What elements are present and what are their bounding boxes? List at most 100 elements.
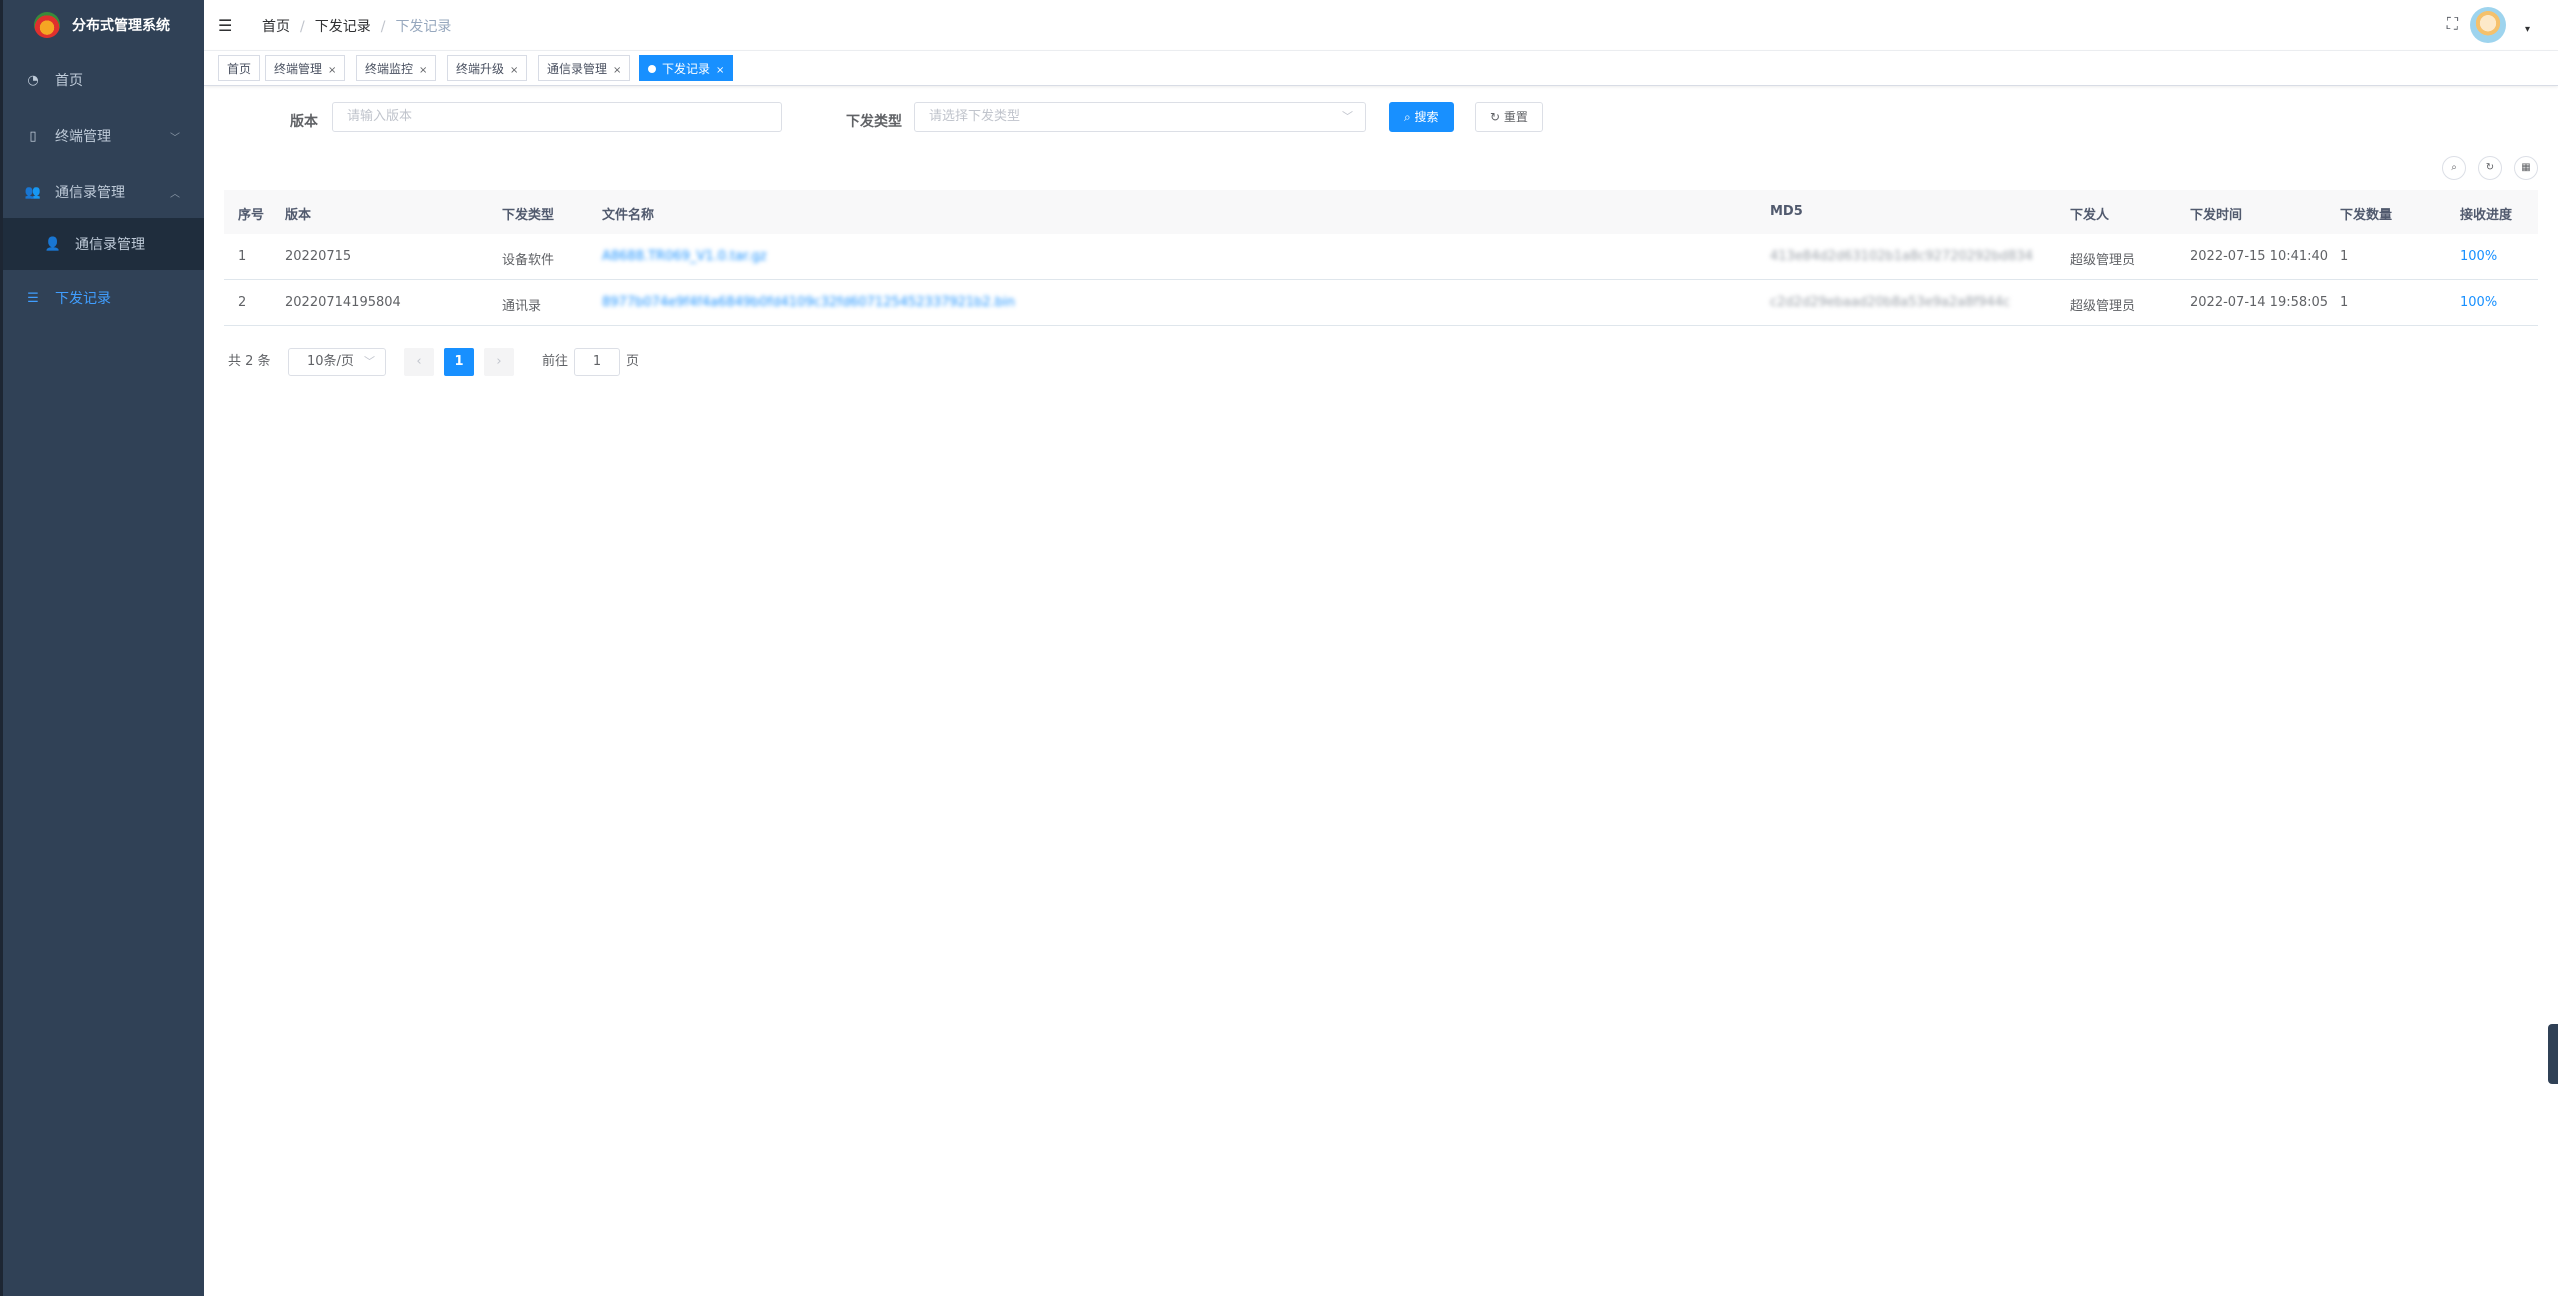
tag-label: 通信录管理: [547, 62, 608, 76]
tag-home[interactable]: 首页: [218, 55, 261, 81]
sidebar-item-label: 通信录管理: [55, 185, 125, 201]
cell-count: 1: [2340, 295, 2349, 310]
columns-icon[interactable]: ▦: [2514, 156, 2538, 180]
goto-suffix: 页: [626, 354, 640, 369]
sidebar-item-home[interactable]: ◔ 首页: [3, 52, 204, 108]
page-number-current[interactable]: 1: [444, 348, 474, 376]
version-input[interactable]: 请输入版本: [332, 102, 782, 132]
sidebar-item-label: 下发记录: [55, 291, 111, 307]
close-icon[interactable]: ×: [510, 65, 518, 76]
cell-version: 20220714195804: [285, 295, 401, 310]
col-file: 文件名称: [602, 208, 655, 223]
tag-label: 首页: [227, 62, 252, 76]
dashboard-icon: ◔: [27, 72, 39, 88]
col-count: 下发数量: [2340, 208, 2393, 223]
sidebar-item-label: 通信录管理: [75, 237, 145, 253]
sidebar-subitem-contacts[interactable]: 👤 通信录管理: [3, 218, 204, 270]
tag-terminal-upgrade[interactable]: 终端升级 ×: [447, 55, 528, 81]
cell-version: 20220715: [285, 249, 352, 264]
type-select[interactable]: 请选择下发类型 ﹀: [914, 102, 1366, 132]
table-row: 2 20220714195804 通讯录 8977b074e9f4f4a6849…: [224, 280, 2538, 326]
cell-type: 设备软件: [502, 253, 555, 268]
chevron-down-icon: ﹀: [364, 355, 375, 368]
cell-md5: c2d2d29ebaad20b8a53e9a2a8f944c: [1770, 295, 2011, 310]
cell-type: 通讯录: [502, 299, 542, 314]
breadcrumb-section[interactable]: 下发记录: [315, 19, 371, 35]
breadcrumb-separator: /: [300, 19, 305, 35]
sidebar-item-terminal[interactable]: ▯ 终端管理 ﹀: [3, 108, 204, 164]
sidebar-logo[interactable]: 分布式管理系统: [0, 0, 204, 50]
page-size-select[interactable]: 10条/页 ﹀: [288, 348, 386, 376]
sidebar-item-label: 终端管理: [55, 129, 111, 145]
app-title: 分布式管理系统: [72, 18, 170, 34]
table-header: 序号 版本 下发类型 文件名称 MD5 下发人 下发时间 下发数量 接收进度: [224, 190, 2538, 235]
pagination-total: 共 2 条: [228, 354, 271, 369]
tag-terminal-monitor[interactable]: 终端监控 ×: [356, 55, 437, 81]
tag-label: 下发记录: [662, 62, 711, 76]
search-toggle-icon[interactable]: ⌕: [2442, 156, 2466, 180]
tag-terminal-manage[interactable]: 终端管理 ×: [265, 55, 346, 81]
col-md5: MD5: [1770, 204, 1803, 219]
cell-count: 1: [2340, 249, 2349, 264]
hamburger-icon[interactable]: ☰: [218, 16, 232, 35]
refresh-icon[interactable]: ↻: [2478, 156, 2502, 180]
cell-time: 2022-07-14 19:58:05: [2190, 295, 2329, 310]
cell-index: 1: [238, 249, 247, 264]
logo-icon: [34, 12, 60, 38]
goto-prefix: 前往: [542, 354, 569, 369]
close-icon[interactable]: ×: [419, 65, 427, 76]
page-size-value: 10条/页: [307, 354, 354, 369]
navbar: ☰ 首页 / 下发记录 / 下发记录 ⛶ ▾: [204, 0, 2558, 51]
col-operator: 下发人: [2070, 208, 2110, 223]
type-label: 下发类型: [846, 114, 902, 130]
tag-contacts-manage[interactable]: 通信录管理 ×: [538, 55, 631, 81]
version-label: 版本: [290, 114, 318, 130]
breadcrumb-separator: /: [380, 19, 386, 35]
col-index: 序号: [238, 208, 265, 223]
cell-file-link[interactable]: 8977b074e9f4f4a6849b0fd4109c32fd60712545…: [602, 295, 1015, 310]
cell-file-link[interactable]: A8688.TR069_V1.0.tar.gz: [602, 249, 767, 264]
reset-button-label: 重置: [1503, 110, 1528, 124]
sidebar: 分布式管理系统 ◔ 首页 ▯ 终端管理 ﹀ 👥 通信录管理 ︿ 👤 通信录管理 …: [0, 0, 204, 1296]
cell-index: 2: [238, 295, 247, 310]
phone-icon: ▯: [29, 128, 37, 144]
col-type: 下发类型: [502, 208, 555, 223]
close-icon[interactable]: ×: [613, 65, 621, 76]
chevron-down-icon: ﹀: [170, 132, 180, 144]
goto-page-input[interactable]: 1: [574, 348, 620, 376]
list-icon: ☰: [27, 290, 39, 306]
cell-progress-link[interactable]: 100%: [2460, 295, 2497, 310]
breadcrumb: 首页 / 下发记录 / 下发记录: [262, 16, 451, 36]
search-button-label: 搜索: [1414, 110, 1439, 124]
sidebar-item-dispatch-records[interactable]: ☰ 下发记录: [3, 270, 204, 326]
next-page-button[interactable]: ›: [484, 348, 514, 376]
chevron-down-icon: ﹀: [1342, 110, 1353, 123]
avatar[interactable]: [2470, 7, 2506, 43]
sidebar-item-contacts[interactable]: 👥 通信录管理 ︿: [3, 164, 204, 220]
search-button[interactable]: ⌕ 搜索: [1389, 102, 1454, 132]
search-icon: ⌕: [1404, 110, 1415, 124]
cell-operator: 超级管理员: [2070, 253, 2136, 268]
col-version: 版本: [285, 208, 312, 223]
cell-operator: 超级管理员: [2070, 299, 2136, 314]
tag-label: 终端升级: [456, 62, 505, 76]
cell-time: 2022-07-15 10:41:40: [2190, 249, 2329, 264]
breadcrumb-home[interactable]: 首页: [262, 19, 290, 35]
sidebar-item-label: 首页: [55, 73, 83, 89]
cell-md5: 413e84d2d63102b1a8c92720292bd834: [1770, 249, 2033, 264]
user-icon: 👤: [44, 236, 62, 252]
tag-dispatch-records[interactable]: 下发记录 ×: [639, 55, 734, 81]
prev-page-button[interactable]: ‹: [404, 348, 434, 376]
active-dot-icon: [648, 64, 656, 73]
col-progress: 接收进度: [2460, 208, 2513, 223]
reset-button[interactable]: ↻ 重置: [1475, 102, 1543, 132]
caret-down-icon[interactable]: ▾: [2525, 24, 2530, 35]
table-row: 1 20220715 设备软件 A8688.TR069_V1.0.tar.gz …: [224, 234, 2538, 280]
user-group-icon: 👥: [24, 184, 42, 200]
side-drawer-handle[interactable]: [2548, 1024, 2558, 1084]
fullscreen-icon[interactable]: ⛶: [2447, 14, 2458, 34]
close-icon[interactable]: ×: [716, 65, 724, 76]
cell-progress-link[interactable]: 100%: [2460, 249, 2497, 264]
close-icon[interactable]: ×: [328, 65, 336, 76]
tags-view: 首页 终端管理 × 终端监控 × 终端升级 × 通信录管理 × 下发记录 ×: [204, 51, 2558, 86]
